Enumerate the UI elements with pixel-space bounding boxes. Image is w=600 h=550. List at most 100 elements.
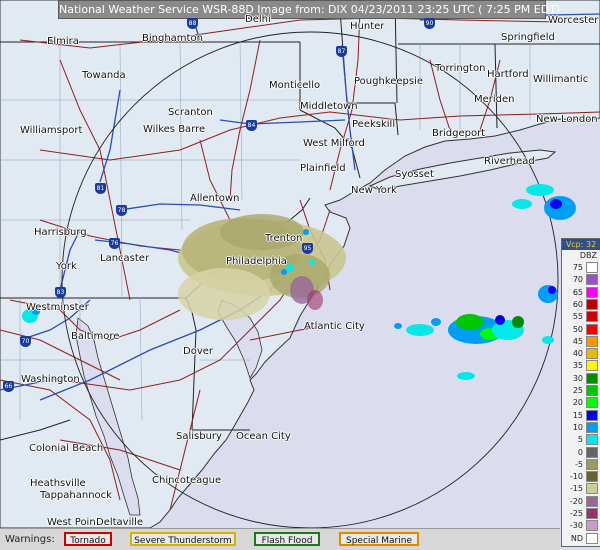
title-bar: National Weather Service WSR-88D Image f… [58, 0, 560, 19]
legend-value-label: -20 [569, 496, 583, 506]
city-label: Heathsville [30, 478, 86, 489]
city-label: Towanda [82, 70, 126, 81]
legend-row: -30 [562, 520, 600, 532]
city-label: Syosset [395, 169, 434, 180]
special-marine-warning-button[interactable]: Special Marine [339, 532, 419, 546]
interstate-shield: 84 [246, 120, 257, 131]
legend-value-label: ND [570, 533, 583, 543]
legend-value-label: -5 [575, 459, 583, 469]
city-label: Dover [183, 346, 213, 357]
interstate-shield: 90 [424, 18, 435, 29]
city-label: Lancaster [100, 253, 150, 264]
radar-image: National Weather Service WSR-88D Image f… [0, 0, 600, 550]
legend-row: 55 [562, 311, 600, 323]
warnings-title: Warnings: [5, 534, 55, 545]
city-label: Washington [21, 374, 80, 385]
city-label: Poughkeepsie [354, 76, 424, 87]
legend-value-label: 35 [572, 361, 583, 371]
city-label: Hartford [487, 69, 529, 80]
legend-color-swatch [586, 360, 598, 372]
legend-row: 30 [562, 372, 600, 385]
city-label: Plainfield [300, 163, 346, 174]
legend-value-label: 30 [572, 373, 583, 383]
city-label: Springfield [501, 32, 555, 43]
legend-row: 5 [562, 434, 600, 446]
city-label: West Milford [303, 138, 365, 149]
interstate-shield: 70 [20, 336, 31, 347]
legend-row: 35 [562, 360, 600, 372]
legend-color-swatch [586, 311, 598, 323]
legend-color-swatch [586, 421, 598, 433]
legend-value-label: 70 [572, 275, 583, 285]
legend-color-swatch [586, 397, 598, 409]
interstate-shield: 83 [55, 287, 66, 298]
legend-row: 45 [562, 335, 600, 348]
city-label: Allentown [190, 193, 240, 204]
city-label: Chincoteague [152, 475, 222, 486]
legend-row: -10 [562, 471, 600, 483]
city-label: New London [536, 114, 598, 125]
legend-value-label: -30 [569, 521, 583, 531]
city-label: Williamsport [20, 125, 83, 136]
legend-color-swatch [586, 298, 598, 310]
legend-value-label: 0 [577, 447, 583, 457]
legend-value-label: 65 [572, 287, 583, 297]
legend-value-label: -10 [569, 472, 583, 482]
city-label: Binghamton [142, 33, 203, 44]
legend-row: 0 [562, 446, 600, 459]
legend-color-swatch [586, 495, 598, 507]
legend-value-label: 10 [572, 422, 583, 432]
city-label: Colonial Beach [29, 443, 104, 454]
city-label: West Point [47, 517, 100, 528]
city-label: Bridgeport [432, 128, 486, 139]
city-label: Scranton [168, 107, 213, 118]
legend-color-swatch [586, 471, 598, 483]
interstate-shield: 87 [336, 46, 347, 57]
legend-row: 15 [562, 409, 600, 422]
legend-color-swatch [586, 446, 598, 458]
legend-row: 70 [562, 274, 600, 286]
dbz-legend: Vcp: 32 DBZ 75 70 65 60 55 50 45 40 35 30 25 20 15 10… [561, 238, 600, 547]
city-label: Atlantic City [304, 321, 365, 332]
legend-value-label: 20 [572, 398, 583, 408]
warnings-bar: Warnings: Tornado Severe Thunderstorm Fl… [0, 528, 560, 550]
city-label: Torrington [435, 63, 486, 74]
legend-row: 40 [562, 348, 600, 360]
legend-color-swatch [586, 385, 598, 396]
legend-value-label: 75 [572, 263, 583, 272]
flash-flood-warning-button[interactable]: Flash Flood [254, 532, 320, 546]
city-label: Deltaville [96, 517, 144, 528]
city-label: Worcester [548, 15, 599, 26]
legend-value-label: 15 [572, 410, 583, 420]
city-label: Baltimore [71, 331, 120, 342]
city-label: Delhi [245, 14, 271, 25]
interstate-shield: 78 [116, 205, 127, 216]
interstate-shield: 66 [3, 381, 14, 392]
legend-value-label: 55 [572, 312, 583, 322]
city-label: Meriden [474, 94, 515, 105]
interstate-shield: 81 [95, 183, 106, 194]
legend-value-label: -25 [569, 509, 583, 518]
interstate-shield: 76 [109, 238, 120, 249]
city-label: Philadelphia [226, 256, 287, 267]
legend-color-swatch [586, 335, 598, 347]
legend-color-swatch [586, 274, 598, 286]
legend-color-swatch [586, 372, 598, 384]
city-label: Westminster [26, 302, 89, 313]
city-label: Riverhead [484, 156, 535, 167]
legend-value-label: 45 [572, 336, 583, 346]
city-label: Wilkes Barre [143, 124, 206, 135]
interstate-shield: 95 [302, 243, 313, 254]
legend-color-swatch [586, 348, 598, 360]
interstate-shield: 88 [187, 18, 198, 29]
legend-row: 65 [562, 286, 600, 299]
city-label: Willimantic [533, 74, 589, 85]
city-label: Middletown [300, 101, 358, 112]
city-label: Salisbury [176, 431, 222, 442]
severe-thunderstorm-warning-button[interactable]: Severe Thunderstorm [130, 532, 236, 546]
city-label: Elmira [47, 36, 79, 47]
legend-row: -25 [562, 508, 600, 520]
tornado-warning-button[interactable]: Tornado [64, 532, 112, 546]
legend-row: 60 [562, 298, 600, 311]
legend-value-label: 5 [577, 435, 583, 445]
